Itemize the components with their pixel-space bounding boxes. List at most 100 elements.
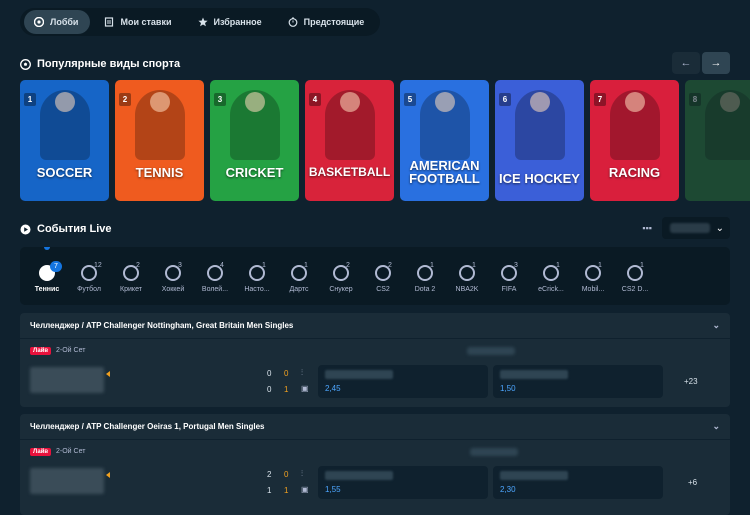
event-block: Челленджер / ATP Challenger Nottingham, … — [20, 313, 730, 407]
player-image — [134, 90, 185, 160]
player-image — [229, 90, 280, 160]
top-tabs: Лобби Мои ставки Избранное Предстоящие — [20, 8, 381, 36]
sport-label: Mobil... — [581, 286, 605, 293]
card-rank: 5 — [404, 93, 416, 106]
ball-icon — [20, 58, 31, 70]
tab-upcoming-label: Предстоящие — [303, 17, 365, 27]
next-button[interactable]: → — [702, 52, 730, 74]
card-tennis[interactable]: 2 TENNIS — [115, 80, 204, 201]
sport-label: Крикет — [120, 286, 142, 293]
carousel-arrows: ← → — [672, 52, 730, 74]
tab-favorites[interactable]: Избранное — [188, 10, 274, 34]
sport-count: 2 — [388, 262, 392, 269]
live-events-label: События Live — [37, 223, 112, 235]
event-header[interactable]: Челленджер / ATP Challenger Nottingham, … — [20, 313, 730, 339]
more-markets-button[interactable]: +6 — [688, 478, 697, 487]
market-dropdown[interactable]: ⌄ — [662, 217, 730, 239]
card-soccer[interactable]: 1 SOCCER — [20, 80, 109, 201]
sport-darts[interactable]: 1 Дартс — [278, 247, 320, 305]
card-racing[interactable]: 7 RACING — [590, 80, 679, 201]
card-rank: 8 — [689, 93, 701, 106]
hidden-label — [470, 448, 518, 456]
odd-value: 2,45 — [325, 384, 341, 393]
card-name: RACING — [608, 165, 661, 180]
sport-label: Футбол — [77, 286, 101, 293]
sport-cards: 1 SOCCER 2 TENNIS 3 CRICKET 4 BASKETBALL… — [20, 80, 750, 202]
card-partial[interactable]: 8 — [685, 80, 750, 201]
sport-label: Снукер — [329, 286, 353, 293]
chevron-down-icon[interactable]: ⌄ — [712, 320, 720, 331]
event-title: Челленджер / ATP Challenger Oeiras 1, Po… — [30, 422, 265, 431]
odd-label-hidden — [500, 370, 568, 379]
team-names-hidden — [30, 367, 104, 393]
sport-cricket[interactable]: 2 Крикет — [110, 247, 152, 305]
player-image — [609, 90, 660, 160]
stream-icon[interactable]: ▣ — [301, 384, 309, 393]
chip-icon — [34, 17, 44, 27]
sport-count: 4 — [220, 262, 224, 269]
sport-tennis[interactable]: 7 Теннис — [26, 247, 68, 305]
score-team1-games: 0 — [284, 369, 289, 378]
sport-cs2-duels[interactable]: 1 CS2 D... — [614, 247, 656, 305]
event-row[interactable]: Лайв 2-Ой Сет 0 0 0 1 ⫶ ▣ 2,45 1,50 +23 — [20, 339, 730, 407]
tab-lobby[interactable]: Лобби — [24, 10, 91, 34]
card-cricket[interactable]: 3 CRICKET — [210, 80, 299, 201]
card-rank: 6 — [499, 93, 511, 106]
tab-my-bets-label: Мои ставки — [120, 17, 172, 27]
sport-hockey[interactable]: 3 Хоккей — [152, 247, 194, 305]
sport-label: FIFA — [501, 286, 517, 293]
tab-my-bets[interactable]: Мои ставки — [94, 10, 183, 34]
odd-label-hidden — [500, 471, 568, 480]
odd-button-1[interactable]: 2,45 — [318, 365, 488, 398]
tab-upcoming[interactable]: Предстоящие — [278, 10, 377, 34]
score-team1-sets: 0 — [267, 369, 272, 378]
player-image — [514, 90, 565, 160]
play-icon — [20, 224, 31, 234]
prev-button[interactable]: ← — [672, 52, 700, 74]
sport-count: 7 — [50, 261, 62, 272]
sport-fifa[interactable]: 3 FIFA — [488, 247, 530, 305]
sport-label: Теннис — [34, 286, 60, 293]
sport-dota2[interactable]: 1 Dota 2 — [404, 247, 446, 305]
sport-football[interactable]: 12 Футбол — [68, 247, 110, 305]
odd-value: 2,30 — [500, 485, 516, 494]
sport-ecricket[interactable]: 1 eCrick... — [530, 247, 572, 305]
popular-sports-label: Популярные виды спорта — [37, 58, 181, 70]
serve-indicator-icon — [106, 371, 110, 377]
sport-count: 2 — [346, 262, 350, 269]
card-name: SOCCER — [36, 165, 93, 180]
chevron-down-icon: ⌄ — [715, 222, 724, 234]
sport-label: Волей... — [201, 286, 229, 293]
sport-label: CS2 — [376, 286, 390, 293]
sport-table-tennis[interactable]: 1 Насто... — [236, 247, 278, 305]
odd-value: 1,55 — [325, 485, 341, 494]
sport-count: 1 — [262, 262, 266, 269]
grid-icon[interactable]: ▪▪▪ — [642, 223, 652, 233]
player-image — [704, 90, 750, 160]
sport-count: 12 — [94, 262, 102, 269]
sport-mobile-legends[interactable]: 1 Mobil... — [572, 247, 614, 305]
odd-button-2[interactable]: 1,50 — [493, 365, 663, 398]
sport-count: 2 — [136, 262, 140, 269]
stats-icon[interactable]: ⫶ — [301, 368, 303, 378]
sport-label: Dota 2 — [414, 286, 436, 293]
sport-volleyball[interactable]: 4 Волей... — [194, 247, 236, 305]
sport-snooker[interactable]: 2 Снукер — [320, 247, 362, 305]
event-row[interactable]: Лайв 2-Ой Сет 2 0 1 1 ⫶ ▣ 1,55 2,30 +6 — [20, 440, 730, 515]
card-rank: 3 — [214, 93, 226, 106]
popular-sports-title: Популярные виды спорта — [20, 58, 180, 70]
odd-button-1[interactable]: 1,55 — [318, 466, 488, 499]
sport-nba2k[interactable]: 1 NBA2K — [446, 247, 488, 305]
card-american-football[interactable]: 5 AMERICAN FOOTBALL — [400, 80, 489, 201]
sport-cs2[interactable]: 2 CS2 — [362, 247, 404, 305]
score-team2-sets: 1 — [267, 486, 272, 495]
stream-icon[interactable]: ▣ — [301, 485, 309, 494]
card-ice-hockey[interactable]: 6 ICE HOCKEY — [495, 80, 584, 201]
card-basketball[interactable]: 4 BASKETBALL — [305, 80, 394, 201]
more-markets-button[interactable]: +23 — [684, 377, 698, 386]
stats-icon[interactable]: ⫶ — [301, 469, 303, 479]
chevron-down-icon[interactable]: ⌄ — [712, 421, 720, 432]
event-header[interactable]: Челленджер / ATP Challenger Oeiras 1, Po… — [20, 414, 730, 440]
odd-button-2[interactable]: 2,30 — [493, 466, 663, 499]
score-team2-sets: 0 — [267, 385, 272, 394]
